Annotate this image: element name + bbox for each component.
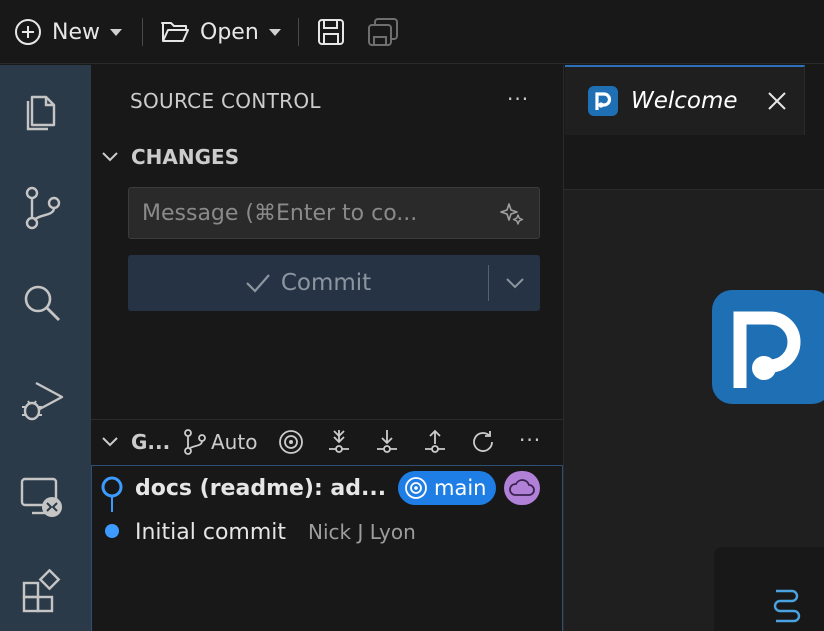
branch-badge: main	[398, 471, 496, 505]
extensions-icon[interactable]	[18, 569, 66, 617]
remote-badge	[504, 471, 540, 505]
commit-author: Nick J Lyon	[308, 520, 416, 544]
close-icon[interactable]	[765, 89, 789, 113]
chevron-down-icon	[102, 437, 118, 447]
pull-icon[interactable]	[373, 428, 401, 456]
toolbar-divider	[142, 18, 143, 46]
open-button-label: Open	[200, 19, 259, 45]
plus-circle-icon	[15, 19, 41, 45]
open-button[interactable]: Open	[160, 12, 281, 52]
remote-explorer-icon[interactable]	[18, 473, 66, 521]
save-icon	[318, 19, 344, 45]
commit-dropdown-button[interactable]	[489, 255, 540, 311]
tab-label: Welcome	[631, 88, 738, 114]
activity-bar	[0, 65, 91, 631]
commit-button[interactable]: Commit	[128, 255, 488, 311]
editor-area: Welcome	[564, 65, 824, 631]
search-icon[interactable]	[18, 279, 66, 327]
chevron-down-icon	[505, 278, 524, 289]
top-toolbar: New Open	[0, 0, 824, 64]
graph-auto-label[interactable]: Auto	[211, 430, 257, 454]
commit-message: Initial commit	[135, 519, 287, 545]
tab-welcome[interactable]: Welcome	[565, 65, 805, 135]
new-button-label: New	[52, 19, 100, 45]
run-debug-icon[interactable]	[18, 377, 66, 425]
welcome-page	[564, 191, 824, 631]
commit-message-input[interactable]	[129, 188, 479, 238]
welcome-card	[714, 547, 824, 631]
positron-logo-icon	[588, 86, 618, 116]
refresh-icon[interactable]	[469, 428, 497, 456]
changes-label: CHANGES	[131, 145, 240, 169]
push-icon[interactable]	[421, 428, 449, 456]
toolbar-divider	[298, 18, 299, 46]
branch-name: main	[434, 476, 487, 500]
save-button[interactable]	[316, 12, 346, 52]
editor-tab-bar: Welcome	[564, 65, 824, 190]
changes-section-header[interactable]: CHANGES	[99, 145, 239, 169]
check-icon	[246, 274, 270, 293]
commit-button-label: Commit	[280, 270, 372, 296]
graph-header[interactable]: G... Auto ···	[91, 420, 564, 464]
new-button[interactable]: New	[14, 12, 122, 52]
source-control-graph-panel: G... Auto ··· docs (readme): ad... main	[91, 419, 564, 631]
commit-row[interactable]: Initial commit Nick J Lyon	[92, 510, 562, 554]
fetch-icon[interactable]	[325, 428, 353, 456]
sidebar-title: SOURCE CONTROL	[130, 89, 321, 113]
folder-open-icon	[161, 22, 189, 42]
target-icon	[405, 477, 427, 499]
target-icon[interactable]	[277, 428, 305, 456]
commit-button-group: Commit	[128, 255, 540, 311]
chevron-down-icon	[268, 28, 281, 36]
graph-more-actions-icon[interactable]: ···	[519, 428, 541, 452]
more-actions-icon[interactable]: ···	[507, 87, 529, 111]
commit-message-box	[128, 187, 540, 239]
cloud-icon	[509, 479, 535, 496]
commit-message: docs (readme): ad...	[135, 475, 387, 501]
save-all-icon	[368, 18, 398, 46]
commit-graph-list: docs (readme): ad... main Initial commit…	[91, 465, 563, 631]
positron-logo	[712, 290, 824, 404]
graph-title: G...	[131, 430, 171, 454]
flow-icon	[773, 589, 801, 623]
chevron-down-icon	[102, 152, 118, 162]
sparkle-icon[interactable]	[499, 201, 525, 227]
save-all-button[interactable]	[366, 12, 400, 52]
explorer-files-icon[interactable]	[18, 87, 66, 135]
source-control-icon[interactable]	[18, 183, 66, 231]
source-control-sidebar: SOURCE CONTROL ··· CHANGES Commit G... A…	[91, 65, 564, 631]
commit-row[interactable]: docs (readme): ad... main	[92, 466, 562, 510]
chevron-down-icon	[110, 28, 122, 36]
branch-icon[interactable]	[181, 428, 209, 456]
